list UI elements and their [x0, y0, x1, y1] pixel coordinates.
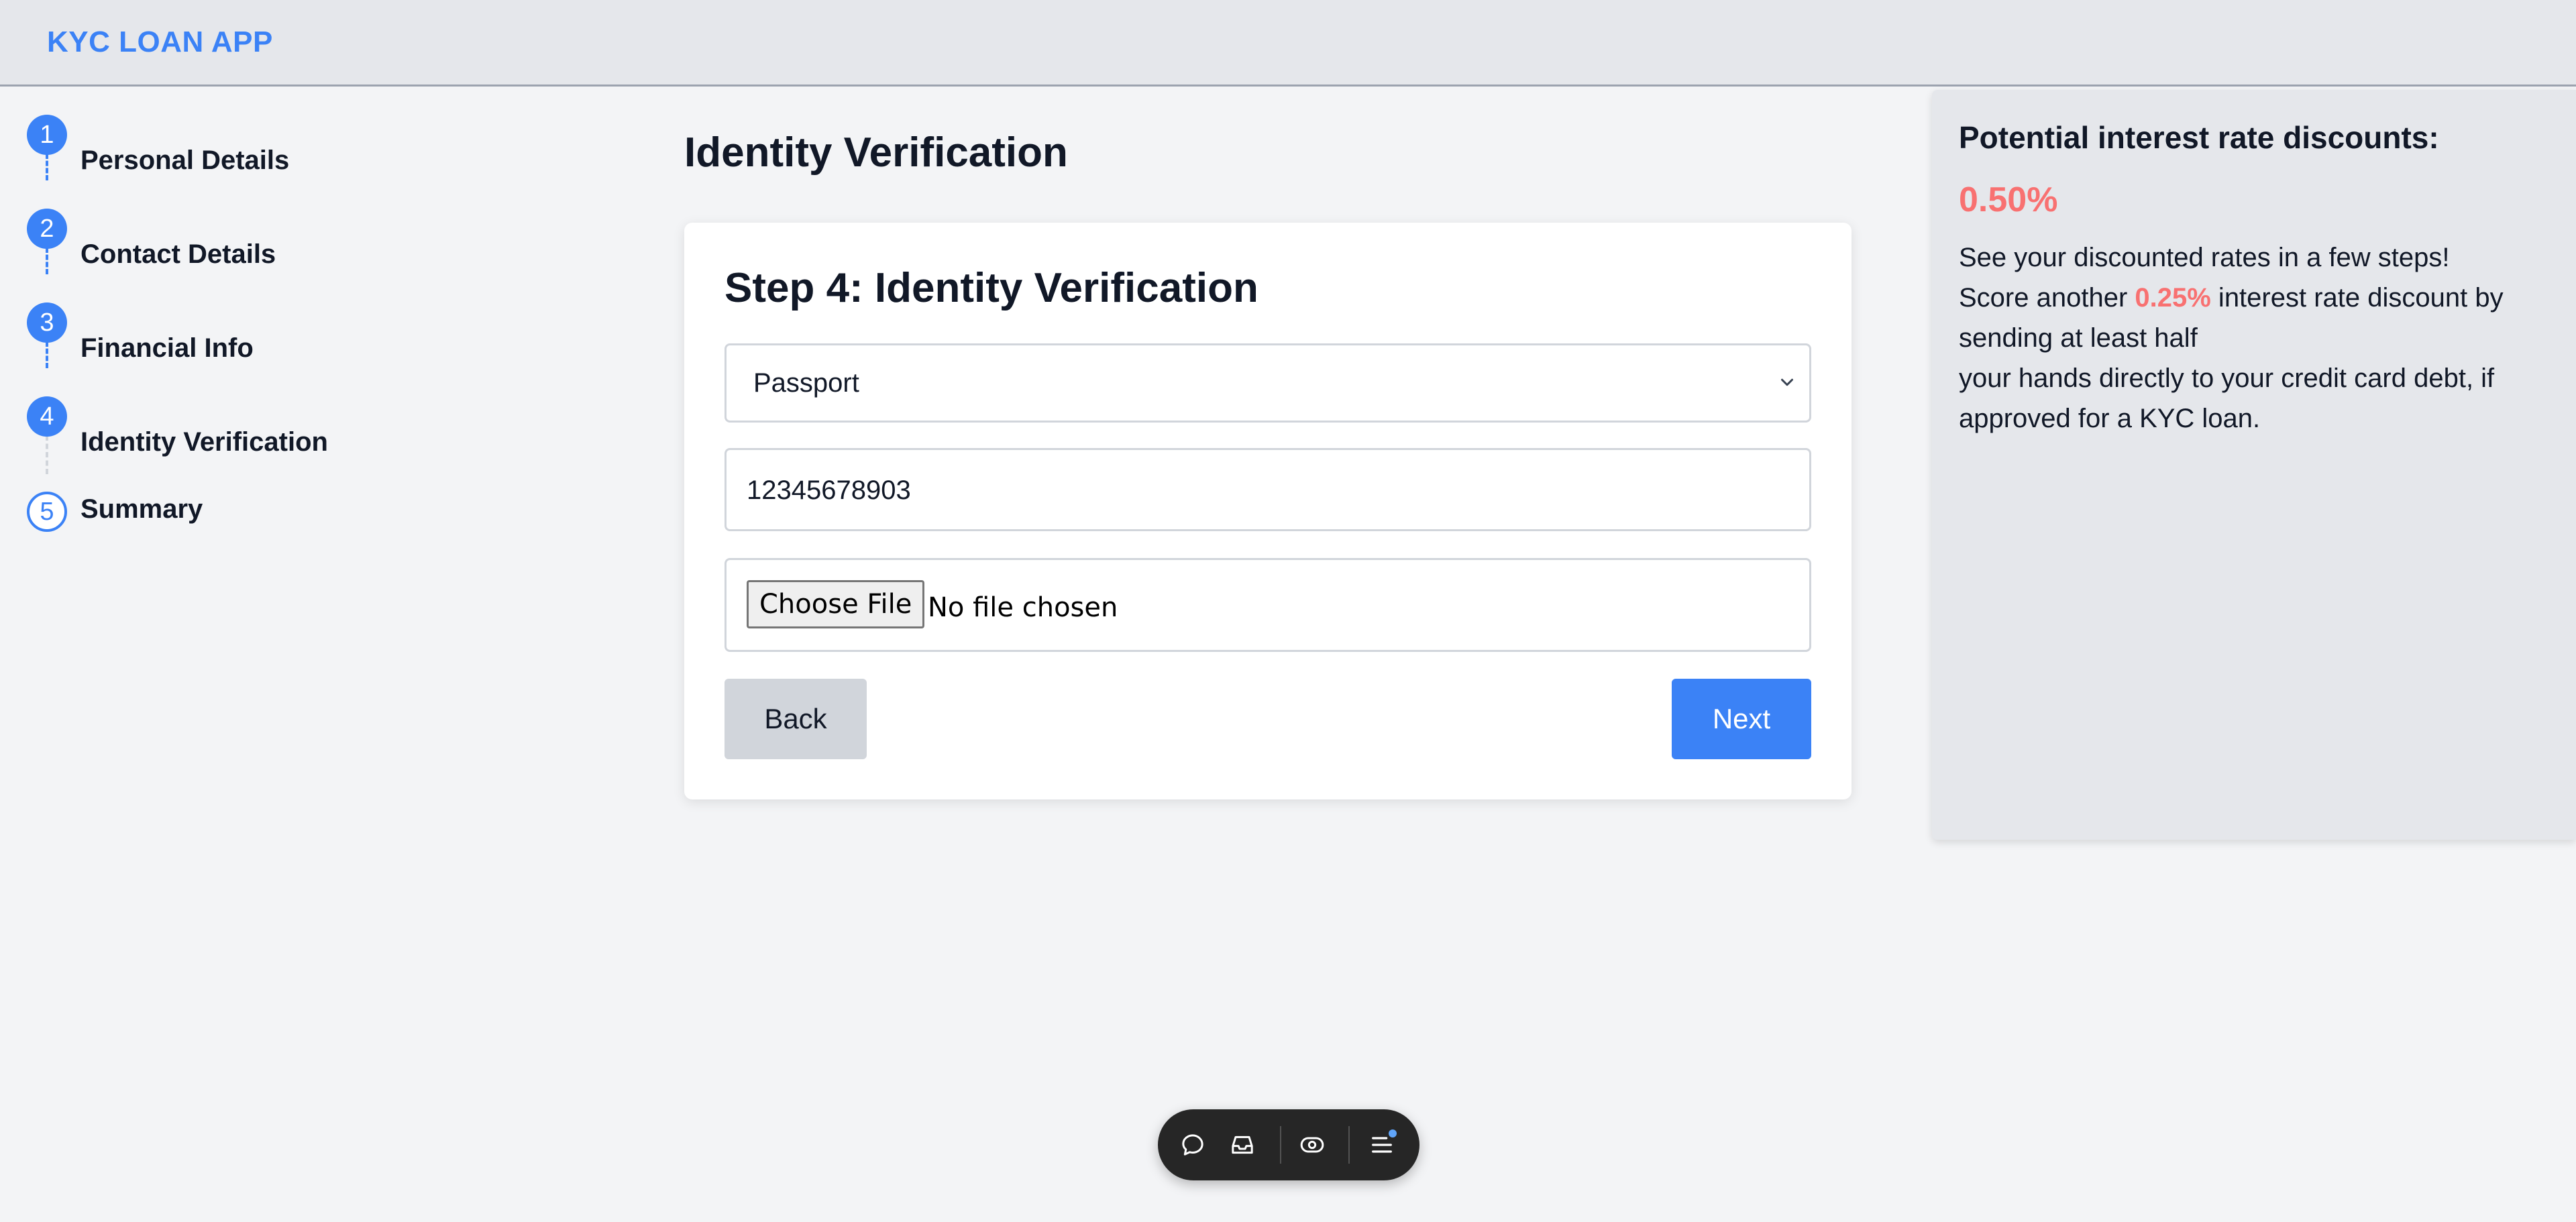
promo-line-2: Score another 0.25% interest rate discou… [1959, 278, 2563, 358]
chat-icon[interactable] [1179, 1131, 1206, 1158]
step-connector [46, 435, 48, 474]
step-1-indicator: 1 [27, 115, 67, 155]
id-number-input[interactable]: 12345678903 [724, 448, 1811, 531]
toolbar-divider [1348, 1126, 1350, 1164]
step-3-indicator: 3 [27, 302, 67, 343]
step-2-label: Contact Details [80, 239, 276, 269]
step-connector [46, 341, 48, 368]
toolbar-divider [1280, 1126, 1281, 1164]
inbox-icon[interactable] [1229, 1131, 1256, 1158]
promo-line-1: See your discounted rates in a few steps… [1959, 243, 2450, 272]
step-4-label: Identity Verification [80, 427, 328, 457]
notification-dot [1389, 1129, 1397, 1137]
promo-line-2-highlight: 0.25% [2135, 283, 2211, 313]
floating-toolbar [1158, 1109, 1419, 1180]
page-title: Identity Verification [684, 129, 1068, 176]
step-5-label: Summary [80, 494, 203, 524]
step-connector [46, 247, 48, 274]
progress-stepper: 1 Personal Details 2 Contact Details 3 F… [0, 87, 470, 556]
back-button[interactable]: Back [724, 679, 867, 759]
promo-rate: 0.50% [1959, 180, 2058, 219]
chevron-down-icon [1781, 378, 1793, 386]
choose-file-button[interactable]: Choose File [747, 580, 925, 628]
promo-description: See your discounted rates in a few steps… [1959, 237, 2563, 439]
promo-line-3: your hands directly to your credit card … [1959, 364, 2495, 433]
document-upload-field: Choose File No file chosen [724, 558, 1811, 652]
file-status-text: No file chosen [928, 592, 1118, 623]
id-number-value: 12345678903 [747, 476, 911, 505]
app-brand[interactable]: KYC LOAN APP [47, 25, 273, 59]
step-2-indicator: 2 [27, 209, 67, 249]
step-5-indicator: 5 [27, 492, 67, 532]
card-title: Step 4: Identity Verification [724, 265, 1258, 311]
step-1-label: Personal Details [80, 146, 290, 175]
eye-icon[interactable] [1299, 1131, 1326, 1158]
top-navbar: KYC LOAN APP [0, 0, 2576, 87]
interest-discount-panel: Potential interest rate discounts: 0.50%… [1932, 90, 2576, 840]
verification-card: Step 4: Identity Verification Passport 1… [684, 223, 1851, 799]
step-3-label: Financial Info [80, 333, 254, 363]
step-4-indicator: 4 [27, 396, 67, 437]
id-type-selected: Passport [753, 368, 859, 398]
promo-line-2-prefix: Score another [1959, 283, 2135, 313]
id-type-select[interactable]: Passport [724, 343, 1811, 423]
promo-title: Potential interest rate discounts: [1959, 120, 2439, 155]
next-button[interactable]: Next [1672, 679, 1811, 759]
step-connector [46, 154, 48, 180]
